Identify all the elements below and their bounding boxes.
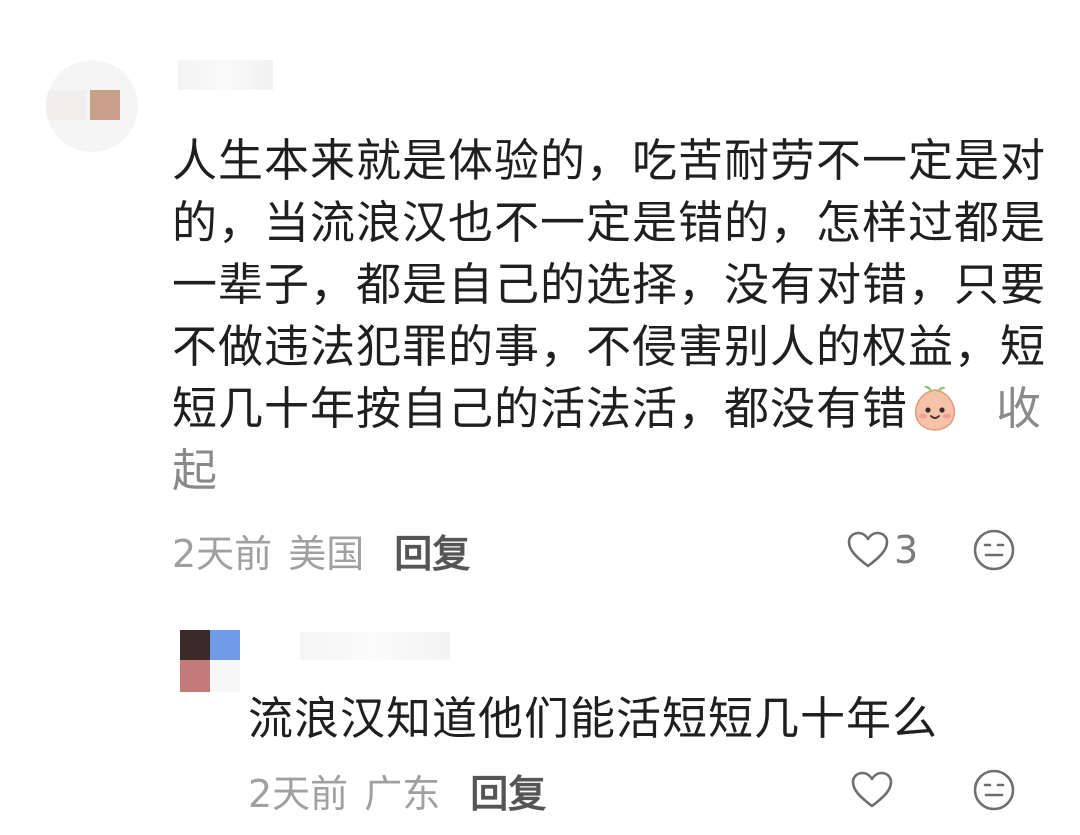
ip-location: 广东 <box>364 771 441 816</box>
timestamp: 2天前 <box>248 771 349 816</box>
reply-button[interactable]: 回复 <box>470 763 546 818</box>
like-count: 3 <box>894 528 919 572</box>
reply-meta: 2天前 广东 回复 <box>248 762 546 818</box>
avatar-mosaic-block <box>210 630 240 660</box>
reply-button[interactable]: 回复 <box>394 523 470 578</box>
avatar[interactable] <box>180 630 242 692</box>
ip-location: 美国 <box>288 531 365 576</box>
like-button[interactable] <box>850 770 898 810</box>
reply-text: 流浪汉知道他们能活短短几十年么 <box>248 692 939 745</box>
avatar-mosaic-block <box>210 660 240 692</box>
peach-face-sticker-icon <box>914 386 956 431</box>
comment-meta: 2天前 美国 回复 <box>172 522 470 578</box>
avatar-mosaic-block <box>180 660 210 692</box>
avatar-mosaic-block <box>180 630 210 660</box>
avatar[interactable] <box>46 60 138 152</box>
comment-body: 人生本来就是体验的，吃苦耐劳不一定是对的，当流浪汉也不一定是错的，怎样过都是一辈… <box>172 130 1052 502</box>
username-blurred[interactable] <box>300 632 450 660</box>
avatar-mosaic-block <box>90 90 120 120</box>
heart-outline-icon <box>847 531 889 568</box>
username-blurred[interactable] <box>178 60 273 90</box>
neutral-face-icon[interactable] <box>972 768 1016 812</box>
heart-outline-icon <box>851 771 893 808</box>
avatar-mosaic-block <box>46 90 86 120</box>
timestamp: 2天前 <box>172 531 273 576</box>
like-button[interactable]: 3 <box>846 528 918 572</box>
neutral-face-icon[interactable] <box>972 528 1016 572</box>
